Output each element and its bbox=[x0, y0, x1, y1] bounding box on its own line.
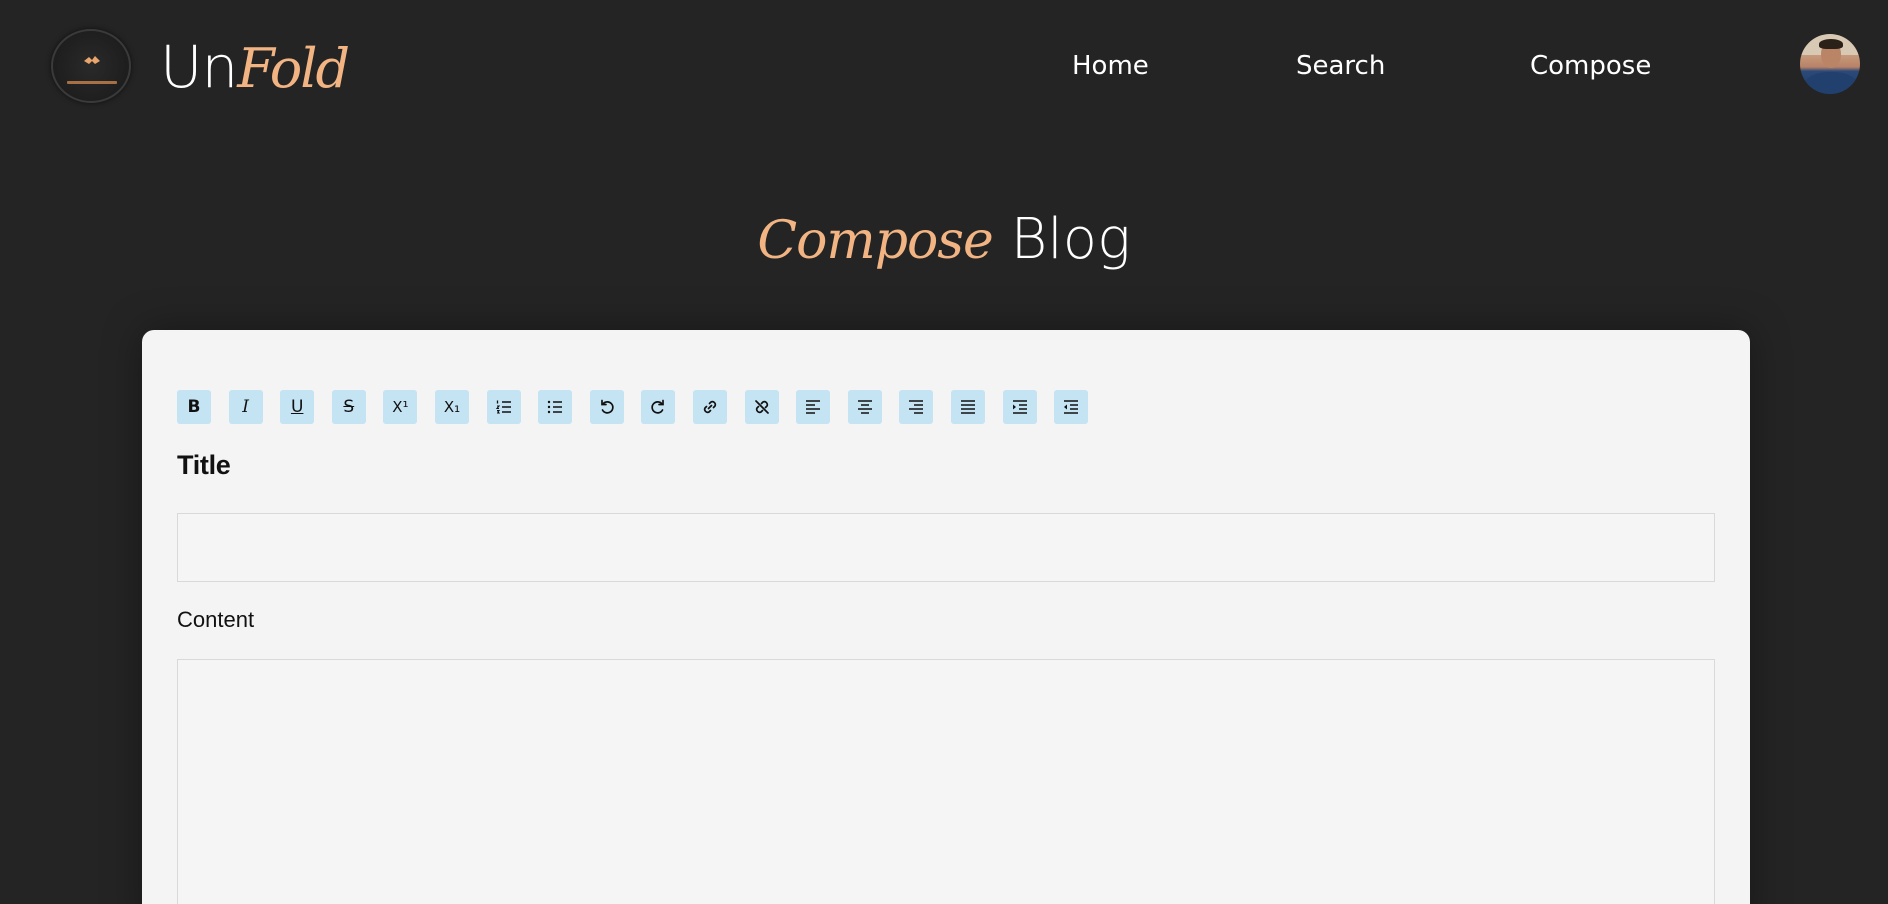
unlink-button[interactable] bbox=[744, 390, 779, 424]
align-right-button[interactable] bbox=[899, 390, 934, 424]
align-left-button[interactable] bbox=[796, 390, 831, 424]
unlink-icon bbox=[754, 400, 769, 414]
title-label: Title bbox=[177, 450, 231, 480]
align-left-icon bbox=[806, 400, 821, 414]
editor-toolbar: B I U S X¹ X₁ bbox=[177, 390, 1106, 424]
ordered-list-icon bbox=[495, 400, 511, 414]
title-input[interactable] bbox=[177, 513, 1715, 582]
nav-compose-link[interactable]: Compose bbox=[1530, 46, 1651, 86]
indent-button[interactable] bbox=[1002, 390, 1037, 424]
underline-button[interactable]: U bbox=[280, 390, 315, 424]
align-justify-icon bbox=[960, 400, 975, 414]
align-center-button[interactable] bbox=[847, 390, 882, 424]
strikethrough-icon: S bbox=[343, 396, 355, 417]
header: Un Fold Home Search Compose bbox=[0, 0, 1888, 135]
redo-button[interactable] bbox=[641, 390, 676, 424]
nav-home-link[interactable]: Home bbox=[1072, 46, 1149, 86]
align-justify-button[interactable] bbox=[950, 390, 985, 424]
logo-tagline bbox=[67, 81, 117, 84]
ordered-list-button[interactable] bbox=[486, 390, 521, 424]
avatar-body bbox=[1804, 72, 1858, 94]
italic-icon: I bbox=[242, 396, 249, 417]
redo-icon bbox=[651, 399, 665, 414]
unordered-list-icon bbox=[547, 400, 563, 414]
superscript-button[interactable]: X¹ bbox=[383, 390, 418, 424]
link-icon bbox=[703, 400, 717, 414]
user-avatar[interactable] bbox=[1800, 34, 1860, 94]
undo-button[interactable] bbox=[589, 390, 624, 424]
brand-name[interactable]: Un Fold bbox=[160, 32, 350, 102]
strikethrough-button[interactable]: S bbox=[331, 390, 366, 424]
link-button[interactable] bbox=[692, 390, 727, 424]
outdent-icon bbox=[1064, 400, 1079, 414]
unordered-list-button[interactable] bbox=[538, 390, 573, 424]
page-title-accent: Compose bbox=[757, 211, 993, 271]
subscript-button[interactable]: X₁ bbox=[434, 390, 469, 424]
align-center-icon bbox=[857, 400, 872, 414]
page-title-rest: Blog bbox=[992, 207, 1131, 272]
nav-search-link[interactable]: Search bbox=[1296, 46, 1385, 86]
bold-icon: B bbox=[187, 396, 201, 417]
content-label: Content bbox=[177, 607, 255, 632]
subscript-icon: X₁ bbox=[443, 397, 461, 416]
align-right-icon bbox=[909, 400, 924, 414]
brand-part-fold: Fold bbox=[237, 37, 350, 100]
content-textarea[interactable] bbox=[177, 659, 1715, 904]
avatar-hair bbox=[1819, 39, 1843, 49]
logo-mark-icon bbox=[84, 56, 100, 64]
underline-icon: U bbox=[290, 396, 304, 417]
superscript-icon: X¹ bbox=[392, 397, 409, 416]
italic-button[interactable]: I bbox=[228, 390, 263, 424]
compose-card: B I U S X¹ X₁ Title Content bbox=[142, 330, 1750, 904]
undo-icon bbox=[600, 399, 614, 414]
unfold-logo[interactable] bbox=[51, 29, 131, 103]
page-title: Compose Blog bbox=[0, 200, 1888, 280]
brand-part-un: Un bbox=[160, 33, 238, 101]
bold-button[interactable]: B bbox=[177, 390, 211, 424]
indent-icon bbox=[1012, 400, 1027, 414]
outdent-button[interactable] bbox=[1054, 390, 1089, 424]
